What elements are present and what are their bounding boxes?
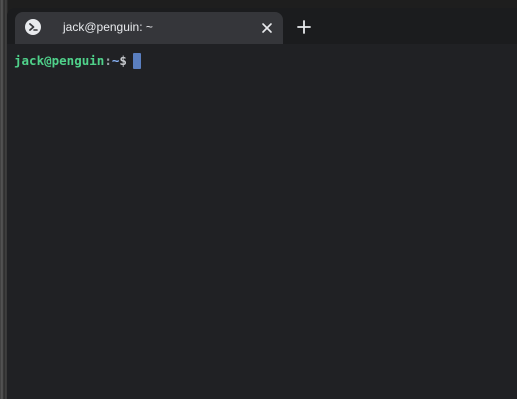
text-cursor — [132, 53, 141, 69]
plus-icon[interactable] — [293, 16, 315, 38]
prompt-user-host: jack@penguin — [14, 53, 105, 68]
prompt-line: jack@penguin:~$ — [14, 53, 141, 69]
prompt-symbol: $ — [119, 53, 127, 68]
tab-terminal[interactable]: jack@penguin: ~ — [15, 12, 283, 44]
prompt-separator: : — [104, 53, 112, 68]
terminal-icon — [25, 19, 41, 35]
tab-title: jack@penguin: ~ — [63, 20, 153, 34]
terminal-area[interactable]: jack@penguin:~$ — [7, 44, 517, 399]
tab-strip: jack@penguin: ~ — [7, 8, 517, 44]
terminal-window: jack@penguin: ~ jack@penguin:~$ — [7, 8, 517, 399]
close-icon[interactable] — [259, 20, 275, 36]
